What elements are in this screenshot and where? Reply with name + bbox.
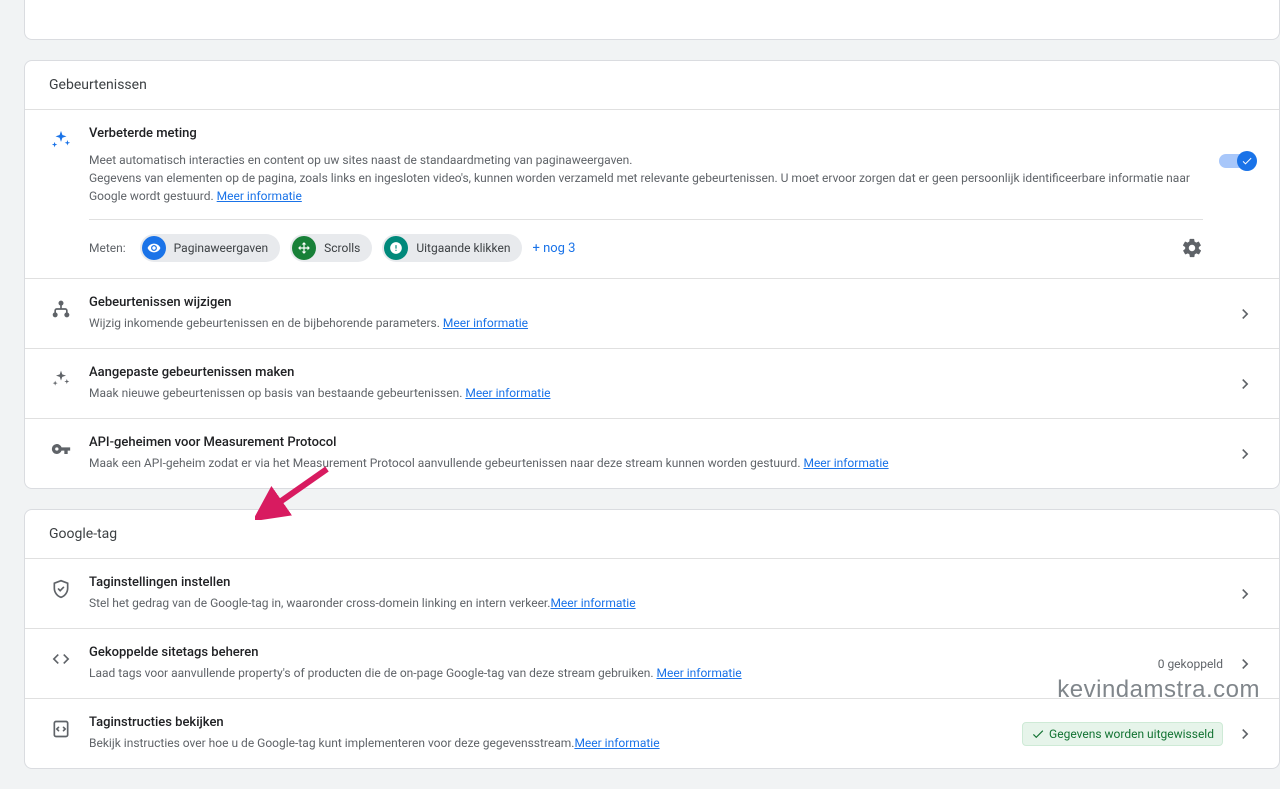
code-icon [49,647,73,671]
tag-instructions-row[interactable]: Taginstructies bekijken Bekijk instructi… [25,699,1279,768]
events-header: Gebeurtenissen [25,61,1279,110]
chip-scrolls-label: Scrolls [324,241,360,255]
configure-tag-row[interactable]: Taginstellingen instellen Stel het gedra… [25,559,1279,629]
chip-scrolls: Scrolls [290,234,372,262]
data-exchange-badge: Gegevens worden uitgewisseld [1022,722,1223,746]
configure-desc: Stel het gedrag van de Google-tag in, wa… [89,596,550,610]
custom-more-link[interactable]: Meer informatie [465,386,550,400]
linked-more-link[interactable]: Meer informatie [657,666,742,680]
measure-label: Meten: [89,241,126,255]
custom-events-row[interactable]: Aangepaste gebeurtenissen maken Maak nie… [25,349,1279,419]
check-small-icon [1031,727,1045,741]
enhanced-desc1: Meet automatisch interacties en content … [89,153,632,167]
modify-events-row[interactable]: Gebeurtenissen wijzigen Wijzig inkomende… [25,279,1279,349]
chevron-right-icon [1235,724,1255,744]
empty-card [24,0,1280,40]
scroll-icon [292,236,316,260]
googletag-card: Google-tag Taginstellingen instellen Ste… [24,509,1280,769]
chevron-right-icon [1235,654,1255,674]
enhanced-toggle[interactable] [1219,154,1255,168]
modify-desc: Wijzig inkomende gebeurtenissen en de bi… [89,316,443,330]
enhanced-measurement-section: Verbeterde meting Meet automatisch inter… [25,110,1279,279]
chevron-right-icon [1235,584,1255,604]
googletag-header: Google-tag [25,510,1279,559]
chip-pageviews: Paginaweergaven [140,234,280,262]
modify-title: Gebeurtenissen wijzigen [89,295,1219,310]
gear-icon[interactable] [1181,237,1203,259]
api-secrets-row[interactable]: API-geheimen voor Measurement Protocol M… [25,419,1279,488]
more-count-link[interactable]: + nog 3 [532,241,575,256]
chevron-right-icon [1235,304,1255,324]
api-title: API-geheimen voor Measurement Protocol [89,435,1219,450]
instructions-title: Taginstructies bekijken [89,715,1006,730]
chevron-right-icon [1235,444,1255,464]
linked-count: 0 gekoppeld [1158,657,1223,671]
outbound-icon [384,236,408,260]
watermark: kevindamstra.com [1057,676,1260,704]
linked-desc: Laad tags voor aanvullende property's of… [89,666,657,680]
api-more-link[interactable]: Meer informatie [803,456,888,470]
events-card: Gebeurtenissen Verbeterde meting Meet au… [24,60,1280,489]
badge-label: Gegevens worden uitgewisseld [1049,727,1214,741]
chip-outbound: Uitgaande klikken [382,234,522,262]
enhanced-more-link[interactable]: Meer informatie [217,189,302,203]
enhanced-title: Verbeterde meting [89,126,1203,141]
edit-path-icon [49,297,73,321]
tag-shield-icon [49,577,73,601]
chip-pageviews-label: Paginaweergaven [174,241,268,255]
api-desc: Maak een API-geheim zodat er via het Mea… [89,456,803,470]
modify-more-link[interactable]: Meer informatie [443,316,528,330]
sparkle-icon [49,128,73,152]
chevron-right-icon [1235,374,1255,394]
linked-title: Gekoppelde sitetags beheren [89,645,1142,660]
configure-title: Taginstellingen instellen [89,575,1219,590]
eye-icon [142,236,166,260]
check-icon [1237,151,1257,171]
custom-title: Aangepaste gebeurtenissen maken [89,365,1219,380]
custom-desc: Maak nieuwe gebeurtenissen op basis van … [89,386,465,400]
instructions-desc: Bekijk instructies over hoe u de Google-… [89,736,574,750]
document-icon [49,717,73,741]
configure-more-link[interactable]: Meer informatie [550,596,635,610]
instructions-more-link[interactable]: Meer informatie [574,736,659,750]
chip-outbound-label: Uitgaande klikken [416,241,510,255]
sparkles-small-icon [49,367,73,391]
key-icon [49,437,73,461]
